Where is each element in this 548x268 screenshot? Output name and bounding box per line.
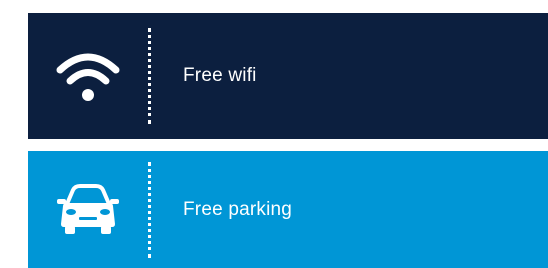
wifi-icon-container <box>28 13 148 139</box>
amenity-label-wifi: Free wifi <box>183 65 257 86</box>
wifi-icon <box>56 53 120 101</box>
car-icon-container <box>28 151 148 268</box>
amenity-card-parking: Free parking <box>28 151 548 268</box>
car-icon <box>57 183 119 234</box>
amenity-card-wifi: Free wifi <box>28 13 548 139</box>
amenity-label-parking: Free parking <box>183 198 293 220</box>
